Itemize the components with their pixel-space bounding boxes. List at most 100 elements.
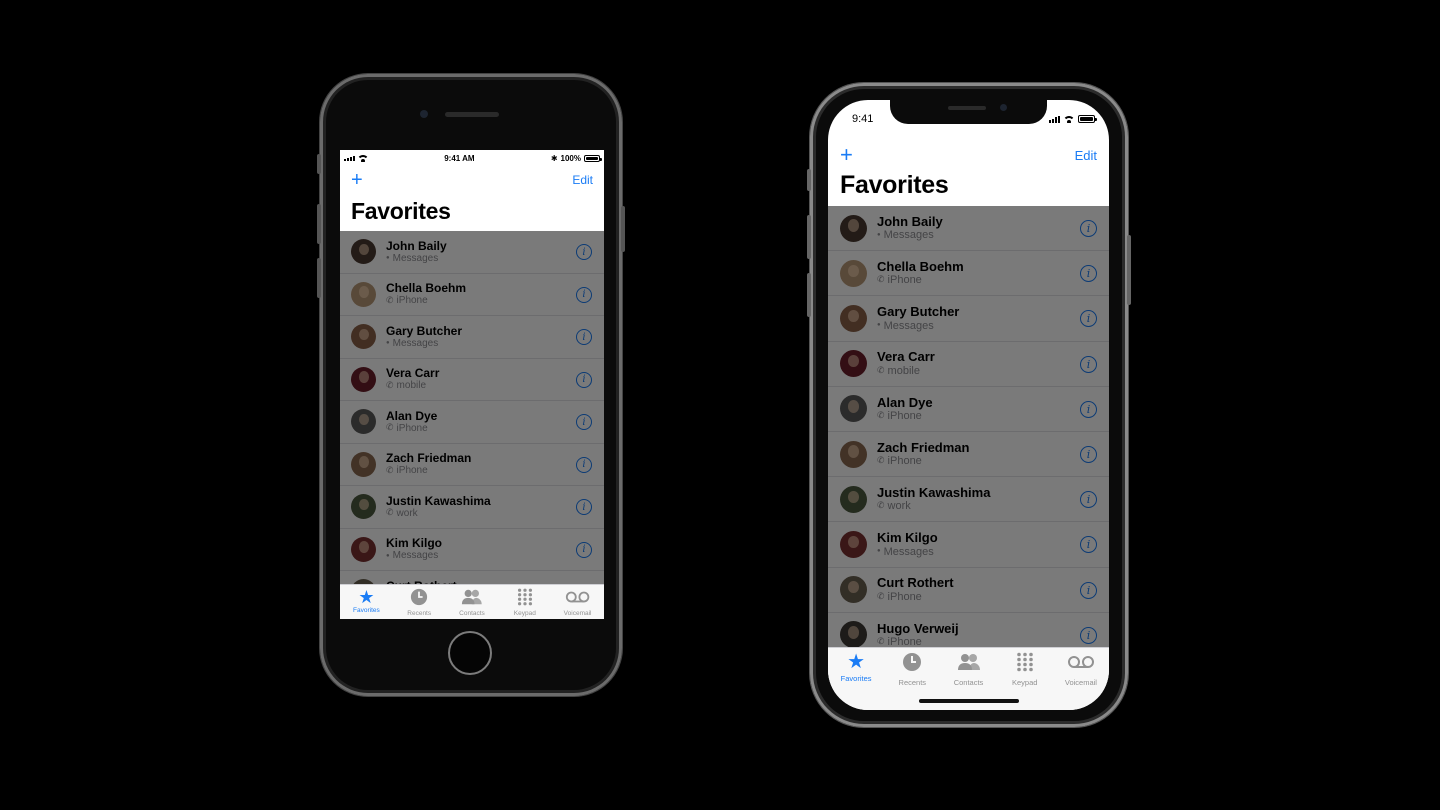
contact-type: ✆ mobile xyxy=(386,380,439,391)
battery-percentage: 100% xyxy=(560,153,581,163)
contact-avatar xyxy=(840,350,867,378)
contact-type-label: mobile xyxy=(887,364,920,377)
contact-row[interactable]: Zach Friedman ✆ iPhone i xyxy=(828,432,1109,478)
tab-voicemail[interactable]: Voicemail xyxy=(1053,648,1109,710)
info-icon[interactable]: i xyxy=(1080,581,1097,599)
status-time: 9:41 AM xyxy=(444,153,475,163)
edit-button[interactable]: Edit xyxy=(572,174,593,186)
contact-name: Chella Boehm xyxy=(877,259,964,275)
info-icon[interactable]: i xyxy=(1080,220,1097,237)
tab-recents[interactable]: Recents xyxy=(393,585,446,619)
home-indicator xyxy=(919,699,1019,703)
info-icon[interactable]: i xyxy=(1080,310,1097,328)
volume-down-button xyxy=(317,258,321,298)
contact-row[interactable]: Chella Boehm ✆ iPhone i xyxy=(828,251,1109,297)
contact-name: Justin Kawashima xyxy=(386,493,491,508)
contact-row[interactable]: Gary Butcher ● Messages i xyxy=(828,296,1109,342)
contact-row[interactable]: John Baily ● Messages i xyxy=(828,206,1109,252)
info-icon[interactable]: i xyxy=(576,541,592,558)
contact-name: Alan Dye xyxy=(877,394,933,410)
contact-row[interactable]: Justin Kawashima ✆ work i xyxy=(340,486,604,529)
plus-icon[interactable]: + xyxy=(351,170,363,190)
info-icon[interactable]: i xyxy=(576,371,592,388)
info-icon[interactable]: i xyxy=(576,286,592,303)
info-icon[interactable]: i xyxy=(1080,400,1097,418)
iphone-8-device: 9:41 AM ✱ 100% + Edit Favorites John Bai… xyxy=(317,74,625,696)
page-title: Favorites xyxy=(840,171,949,199)
contact-name: Curt Rothert xyxy=(877,575,954,591)
info-icon[interactable]: i xyxy=(576,456,592,473)
contact-name: Vera Carr xyxy=(386,366,440,381)
voicemail-icon xyxy=(565,588,590,609)
contact-row[interactable]: Alan Dye ✆ iPhone i xyxy=(828,387,1109,432)
info-icon[interactable]: i xyxy=(1080,491,1097,509)
info-icon[interactable]: i xyxy=(576,499,592,515)
info-icon[interactable]: i xyxy=(576,244,592,260)
contact-avatar xyxy=(840,214,867,242)
contact-row[interactable]: Chella Boehm ✆ iPhone i xyxy=(340,274,604,316)
tab-label: Contacts xyxy=(459,610,485,617)
contact-row[interactable]: Kim Kilgo ● Messages i xyxy=(340,529,604,571)
contact-row[interactable]: Gary Butcher ● Messages i xyxy=(340,316,604,359)
info-icon[interactable]: i xyxy=(576,329,592,345)
phone-icon: ✆ xyxy=(877,274,885,285)
tab-label: Keypad xyxy=(1011,678,1038,687)
info-icon[interactable]: i xyxy=(1080,265,1097,283)
clock-icon xyxy=(410,588,428,609)
contact-type-label: Messages xyxy=(883,545,934,558)
contact-name: John Baily xyxy=(877,213,943,229)
contact-text: Kim Kilgo ● Messages xyxy=(877,530,938,558)
tab-voicemail[interactable]: Voicemail xyxy=(551,585,604,619)
battery-icon xyxy=(584,154,602,162)
contact-row[interactable]: Kim Kilgo ● Messages i xyxy=(828,522,1109,568)
phone-icon: ✆ xyxy=(386,379,394,390)
mute-switch xyxy=(807,169,811,191)
contact-type-label: Messages xyxy=(883,319,934,332)
contact-text: Curt Rothert✆iPhone xyxy=(877,575,954,603)
keypad-icon xyxy=(516,588,534,609)
tab-label: Keypad xyxy=(513,610,536,617)
contact-type: ✆iPhone xyxy=(877,274,964,286)
presentation-stage: 9:41 AM ✱ 100% + Edit Favorites John Bai… xyxy=(0,0,1440,810)
tab-favorites[interactable]: ★ Favorites xyxy=(828,648,884,710)
contact-text: John Baily ● Messages xyxy=(386,239,447,264)
contact-text: Chella Boehm ✆ iPhone xyxy=(386,281,466,306)
contact-row[interactable]: Vera Carr ✆ mobile i xyxy=(828,342,1109,387)
info-icon[interactable]: i xyxy=(1080,445,1097,463)
status-time: 9:41 xyxy=(852,113,874,125)
message-icon: ● xyxy=(386,340,390,347)
contact-type: ✆iPhone xyxy=(877,410,933,422)
contact-text: Vera Carr ✆ mobile xyxy=(877,350,935,377)
contact-type-label: Messages xyxy=(883,229,934,242)
message-icon: ● xyxy=(386,255,390,262)
contact-row[interactable]: Justin Kawashima ✆ work i xyxy=(828,477,1109,523)
contact-row[interactable]: Vera Carr ✆ mobile i xyxy=(340,359,604,401)
plus-icon[interactable]: + xyxy=(840,144,853,166)
tab-keypad[interactable]: Keypad xyxy=(498,585,551,619)
contact-text: Alan Dye ✆ iPhone xyxy=(386,409,437,434)
contact-type-label: Messages xyxy=(392,337,439,349)
contact-row[interactable]: Alan Dye ✆ iPhone i xyxy=(340,401,604,444)
star-icon: ★ xyxy=(847,651,866,673)
contact-type: ✆ mobile xyxy=(877,365,935,377)
front-camera xyxy=(420,110,428,118)
tab-favorites[interactable]: ★ Favorites xyxy=(340,585,393,619)
cellular-signal-icon xyxy=(344,155,355,161)
info-icon[interactable]: i xyxy=(1080,626,1097,644)
contact-row[interactable]: Curt Rothert✆iPhone i xyxy=(828,568,1109,613)
page-title: Favorites xyxy=(351,198,451,224)
contact-type: ● Messages xyxy=(877,229,943,241)
contact-type: ✆ work xyxy=(877,500,990,512)
contact-row[interactable]: John Baily ● Messages i xyxy=(340,231,604,274)
contact-row[interactable]: Zach Friedman ✆ iPhone i xyxy=(340,444,604,486)
info-icon[interactable]: i xyxy=(1080,536,1097,554)
keypad-icon xyxy=(1015,652,1035,676)
contact-text: Gary Butcher ● Messages xyxy=(877,304,959,332)
bluetooth-icon: ✱ xyxy=(550,153,558,163)
favorites-list: John Baily ● Messages i Chella Boehm ✆ iPhone i… xyxy=(828,206,1109,658)
info-icon[interactable]: i xyxy=(576,414,592,430)
info-icon[interactable]: i xyxy=(1080,355,1097,373)
tab-contacts[interactable]: Contacts xyxy=(446,585,499,619)
message-icon: ● xyxy=(877,322,881,329)
edit-button[interactable]: Edit xyxy=(1075,149,1097,162)
